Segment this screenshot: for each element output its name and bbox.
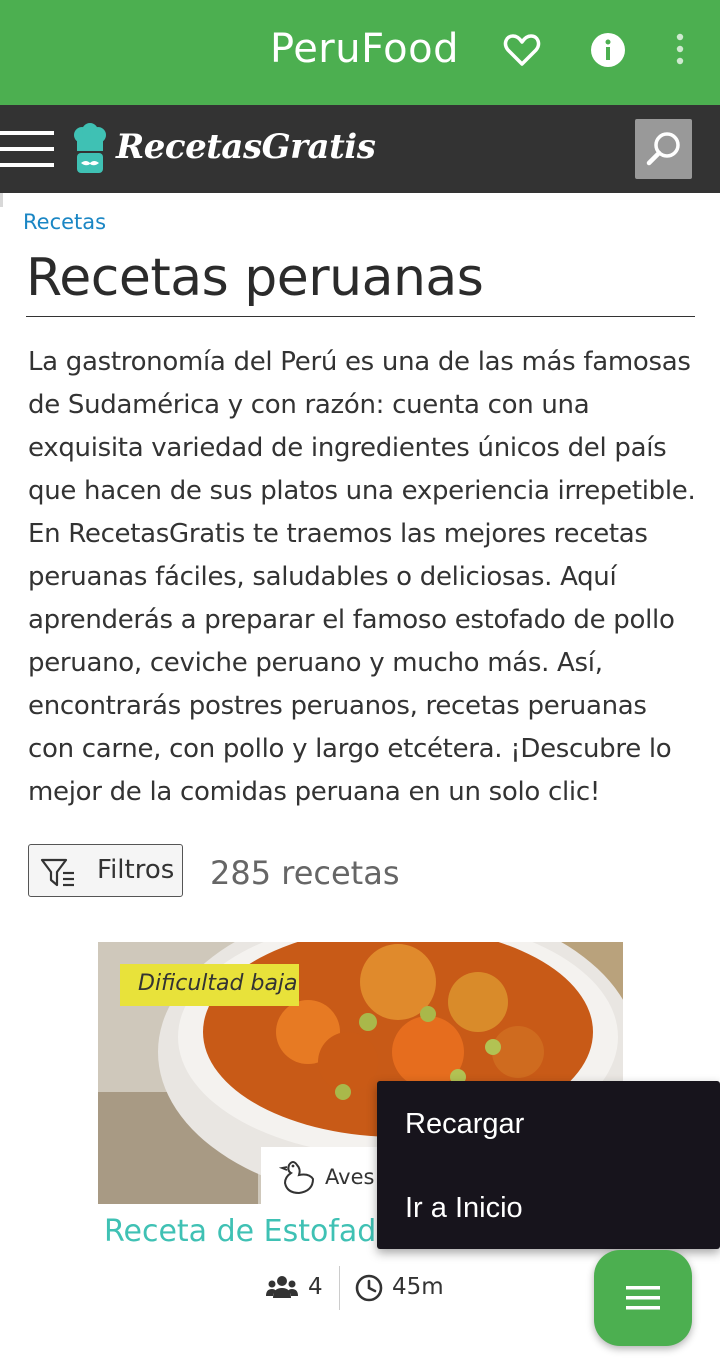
category-tag: Aves — [261, 1147, 381, 1204]
difficulty-label: Dificultad baja — [138, 971, 298, 996]
menu-icon — [626, 1286, 660, 1310]
menu-item-reload[interactable]: Recargar — [405, 1108, 524, 1141]
context-menu: Recargar Ir a Inicio — [377, 1081, 720, 1249]
more-vert-icon[interactable] — [660, 30, 700, 70]
heart-icon[interactable] — [502, 30, 542, 70]
app-title: PeruFood — [270, 26, 460, 72]
category-label: Aves — [325, 1165, 375, 1189]
breadcrumb[interactable]: Recetas — [23, 210, 106, 234]
info-icon[interactable] — [588, 30, 628, 70]
scroll-indicator — [0, 193, 3, 207]
search-button[interactable] — [635, 119, 692, 179]
site-header: RecetasGratis — [0, 105, 720, 193]
chicken-icon — [279, 1161, 315, 1195]
filter-icon — [40, 858, 74, 887]
page-title: Recetas peruanas — [26, 248, 695, 317]
site-logo-text[interactable]: RecetasGratis — [116, 127, 376, 167]
recipe-title[interactable]: Receta de Estofado — [104, 1214, 395, 1249]
search-icon — [646, 132, 680, 166]
filters-button[interactable]: Filtros — [28, 844, 183, 897]
time-value: 45m — [392, 1274, 444, 1300]
hamburger-menu-icon[interactable] — [0, 127, 54, 171]
app-bar: PeruFood — [0, 0, 720, 105]
fab-menu-button[interactable] — [594, 1250, 692, 1346]
chef-hat-icon — [72, 123, 108, 175]
clock-icon — [355, 1274, 383, 1302]
recipe-count: 285 recetas — [210, 854, 400, 892]
servings-value: 4 — [308, 1274, 323, 1300]
difficulty-badge: Dificultad baja — [120, 964, 299, 1006]
people-icon — [266, 1276, 298, 1298]
filters-label: Filtros — [97, 855, 175, 885]
intro-text: La gastronomía del Perú es una de las má… — [28, 347, 696, 807]
meta-divider — [339, 1266, 340, 1310]
menu-item-home[interactable]: Ir a Inicio — [405, 1192, 523, 1225]
